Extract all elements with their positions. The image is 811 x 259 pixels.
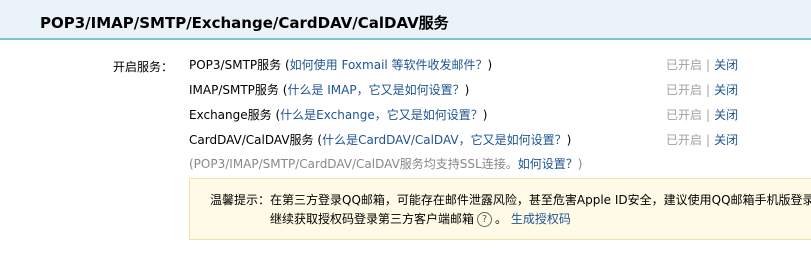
paren-close: ): [482, 108, 488, 122]
disable-imap-button[interactable]: 关闭: [714, 83, 738, 97]
service-name: CardDAV/CalDAV服务: [189, 133, 314, 147]
ssl-note-close: ): [577, 157, 583, 171]
service-row-imap: IMAP/SMTP服务 (什么是 IMAP，它又是如何设置？): [189, 81, 469, 98]
paren-close: ): [487, 58, 493, 72]
service-name: Exchange服务: [189, 108, 272, 122]
notice-label: 温馨提示：: [210, 193, 271, 207]
separator: |: [706, 133, 711, 147]
ssl-note-text: (POP3/IMAP/SMTP/CardDAV/CalDAV服务均支持SSL连接…: [189, 157, 518, 171]
status-imap: 已开启 | 关闭: [666, 81, 738, 98]
notice-text-2: 继续获取授权码登录第三方客户端邮箱: [270, 212, 475, 226]
disable-pop3-button[interactable]: 关闭: [714, 58, 738, 72]
help-icon[interactable]: ?: [477, 212, 493, 227]
ssl-help-link[interactable]: 如何设置？: [518, 157, 578, 171]
disable-exchange-button[interactable]: 关闭: [714, 108, 738, 122]
service-row-pop3: POP3/SMTP服务 (如何使用 Foxmail 等软件收发邮件？): [189, 56, 492, 73]
notice-text: 在第三方登录QQ邮箱，可能存在邮件泄露风险，甚至危害Apple ID安全，建议使…: [270, 193, 811, 207]
generate-auth-code-link[interactable]: 生成授权码: [511, 212, 571, 226]
help-link-carddav[interactable]: 什么是CardDAV/CalDAV，它又是如何设置？: [322, 133, 567, 147]
services-label: 开启服务：: [113, 60, 174, 74]
separator: |: [706, 108, 711, 122]
status-exchange: 已开启 | 关闭: [666, 106, 738, 123]
service-row-exchange: Exchange服务 (什么是Exchange，它又是如何设置？): [189, 106, 487, 123]
status-enabled: 已开启: [666, 83, 703, 97]
ssl-note: (POP3/IMAP/SMTP/CardDAV/CalDAV服务均支持SSL连接…: [189, 155, 582, 172]
section-header: POP3/IMAP/SMTP/Exchange/CardDAV/CalDAV服务: [0, 0, 811, 40]
status-carddav: 已开启 | 关闭: [666, 131, 738, 148]
status-pop3: 已开启 | 关闭: [666, 56, 738, 73]
help-link-pop3[interactable]: 如何使用 Foxmail 等软件收发邮件？: [290, 58, 488, 72]
separator: |: [706, 58, 711, 72]
separator: |: [706, 83, 711, 97]
paren-close: ): [464, 83, 470, 97]
service-name: IMAP/SMTP服务: [189, 83, 279, 97]
status-enabled: 已开启: [666, 133, 703, 147]
punctuation: 。: [495, 212, 508, 226]
status-enabled: 已开启: [666, 108, 703, 122]
service-row-carddav: CardDAV/CalDAV服务 (什么是CardDAV/CalDAV，它又是如…: [189, 131, 571, 148]
notice-line2: 继续获取授权码登录第三方客户端邮箱?。 生成授权码: [270, 210, 571, 227]
paren-close: ): [566, 133, 572, 147]
help-link-exchange[interactable]: 什么是Exchange，它又是如何设置？: [280, 108, 483, 122]
status-enabled: 已开启: [666, 58, 703, 72]
section-title: POP3/IMAP/SMTP/Exchange/CardDAV/CalDAV服务: [40, 14, 449, 32]
notice-box: 温馨提示： 在第三方登录QQ邮箱，可能存在邮件泄露风险，甚至危害Apple ID…: [189, 178, 811, 240]
help-link-imap[interactable]: 什么是 IMAP，它又是如何设置？: [287, 83, 464, 97]
disable-carddav-button[interactable]: 关闭: [714, 133, 738, 147]
service-name: POP3/SMTP服务: [189, 58, 282, 72]
